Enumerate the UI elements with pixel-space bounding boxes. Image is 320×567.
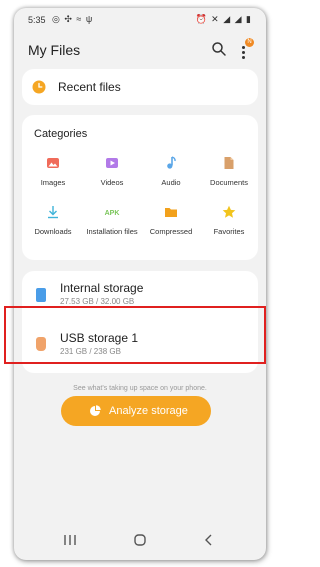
category-label: Documents [210, 178, 248, 187]
recent-files-card[interactable]: Recent files [22, 69, 258, 105]
analyze-storage-button[interactable]: Analyze storage [61, 396, 211, 426]
storage-card: Internal storage 27.53 GB / 32.00 GB USB… [22, 271, 258, 373]
more-vert-icon [242, 46, 246, 61]
pie-chart-icon [90, 405, 101, 416]
home-icon[interactable] [130, 532, 150, 548]
star-icon [222, 205, 236, 218]
analyze-button-label: Analyze storage [109, 405, 188, 417]
phone-storage-icon [36, 288, 46, 302]
category-audio[interactable]: Audio [142, 155, 200, 187]
category-label: Compressed [149, 227, 193, 236]
folder-icon [165, 208, 177, 217]
storage-size: 231 GB / 238 GB [60, 347, 121, 356]
apk-icon-text: APK [105, 210, 120, 217]
recent-apps-icon[interactable] [60, 532, 80, 548]
apk-icon: APK [105, 210, 120, 217]
notification-badge: N [245, 38, 254, 47]
category-label: Audio [161, 178, 181, 187]
storage-name: Internal storage [60, 281, 144, 295]
download-icon [48, 206, 58, 219]
storage-name: USB storage 1 [60, 331, 139, 345]
category-label: Favorites [213, 227, 245, 236]
status-system-icons: ⏰ ✕ ◢ ◢ ▮ [195, 14, 252, 24]
search-icon[interactable] [210, 40, 228, 58]
app-bar: My Files N [14, 34, 266, 64]
category-label: Downloads [34, 227, 72, 236]
storage-size: 27.53 GB / 32.00 GB [60, 297, 135, 306]
video-icon [106, 158, 118, 168]
recent-files-label: Recent files [58, 80, 121, 94]
categories-card: Categories Images Videos Audio Documents… [22, 115, 258, 260]
categories-title: Categories [34, 128, 88, 140]
image-icon [47, 158, 59, 168]
category-installation-files[interactable]: APK Installation files [83, 204, 141, 236]
category-label: Images [40, 178, 66, 187]
status-time: 5:35 [28, 15, 46, 25]
back-icon[interactable] [199, 532, 219, 548]
category-label: Videos [100, 178, 124, 187]
analyze-hint: See what's taking up space on your phone… [73, 385, 207, 392]
category-label: Installation files [86, 227, 138, 236]
usb-icon [36, 337, 46, 351]
navigation-bar [14, 520, 266, 560]
clock-icon [32, 80, 46, 94]
page-title: My Files [28, 42, 81, 58]
category-compressed[interactable]: Compressed [142, 204, 200, 236]
category-images[interactable]: Images [24, 155, 82, 187]
storage-item-internal[interactable]: Internal storage 27.53 GB / 32.00 GB [22, 271, 258, 316]
more-options-button[interactable]: N [236, 38, 254, 60]
document-icon [224, 157, 234, 169]
status-bar: 5:35 ◎ ✣ ≈ ψ ⏰ ✕ ◢ ◢ ▮ [14, 8, 266, 30]
category-videos[interactable]: Videos [83, 155, 141, 187]
storage-item-usb[interactable]: USB storage 1 231 GB / 238 GB [22, 319, 258, 364]
category-favorites[interactable]: Favorites [200, 204, 258, 236]
status-notification-icons: ◎ ✣ ≈ ψ [52, 14, 94, 24]
category-documents[interactable]: Documents [200, 155, 258, 187]
category-downloads[interactable]: Downloads [24, 204, 82, 236]
music-icon [167, 156, 176, 169]
phone-screen: 5:35 ◎ ✣ ≈ ψ ⏰ ✕ ◢ ◢ ▮ My Files N Recent… [14, 8, 266, 560]
